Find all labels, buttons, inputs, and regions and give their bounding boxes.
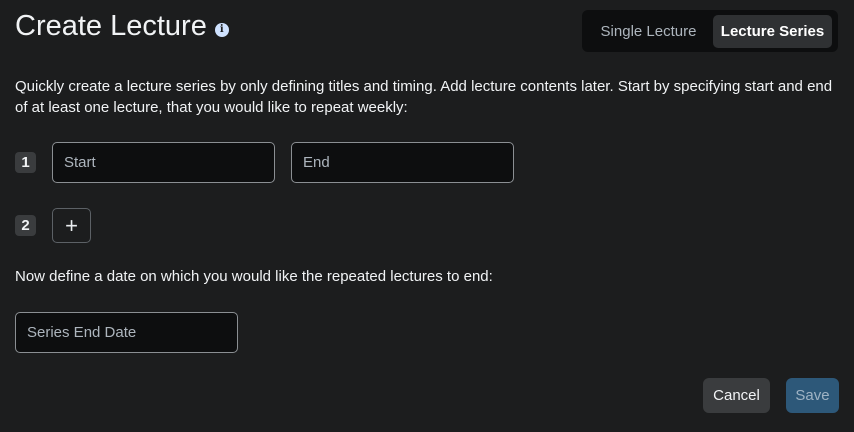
- plus-icon: +: [65, 212, 78, 238]
- page-title-text: Create Lecture: [15, 10, 207, 42]
- lecture-end-input[interactable]: [291, 142, 514, 183]
- single-lecture-tab[interactable]: Single Lecture: [586, 15, 711, 48]
- create-lecture-dialog: Create Lecture i Single Lecture Lecture …: [0, 0, 854, 432]
- add-lecture-button[interactable]: +: [52, 208, 91, 243]
- series-end-date-input[interactable]: [15, 312, 238, 353]
- info-icon[interactable]: i: [214, 22, 229, 37]
- lecture-series-tab[interactable]: Lecture Series: [713, 14, 832, 48]
- series-description: Quickly create a lecture series by only …: [15, 78, 833, 116]
- next-row-number: 2: [15, 215, 36, 236]
- cancel-button[interactable]: Cancel: [703, 378, 770, 413]
- save-button[interactable]: Save: [786, 378, 839, 413]
- series-end-prompt: Now define a date on which you would lik…: [15, 268, 493, 285]
- lecture-mode-toggle: Single Lecture Lecture Series: [582, 10, 838, 52]
- lecture-start-input[interactable]: [52, 142, 275, 183]
- lecture-row-number: 1: [15, 152, 36, 173]
- page-title: Create Lecture i: [15, 10, 229, 43]
